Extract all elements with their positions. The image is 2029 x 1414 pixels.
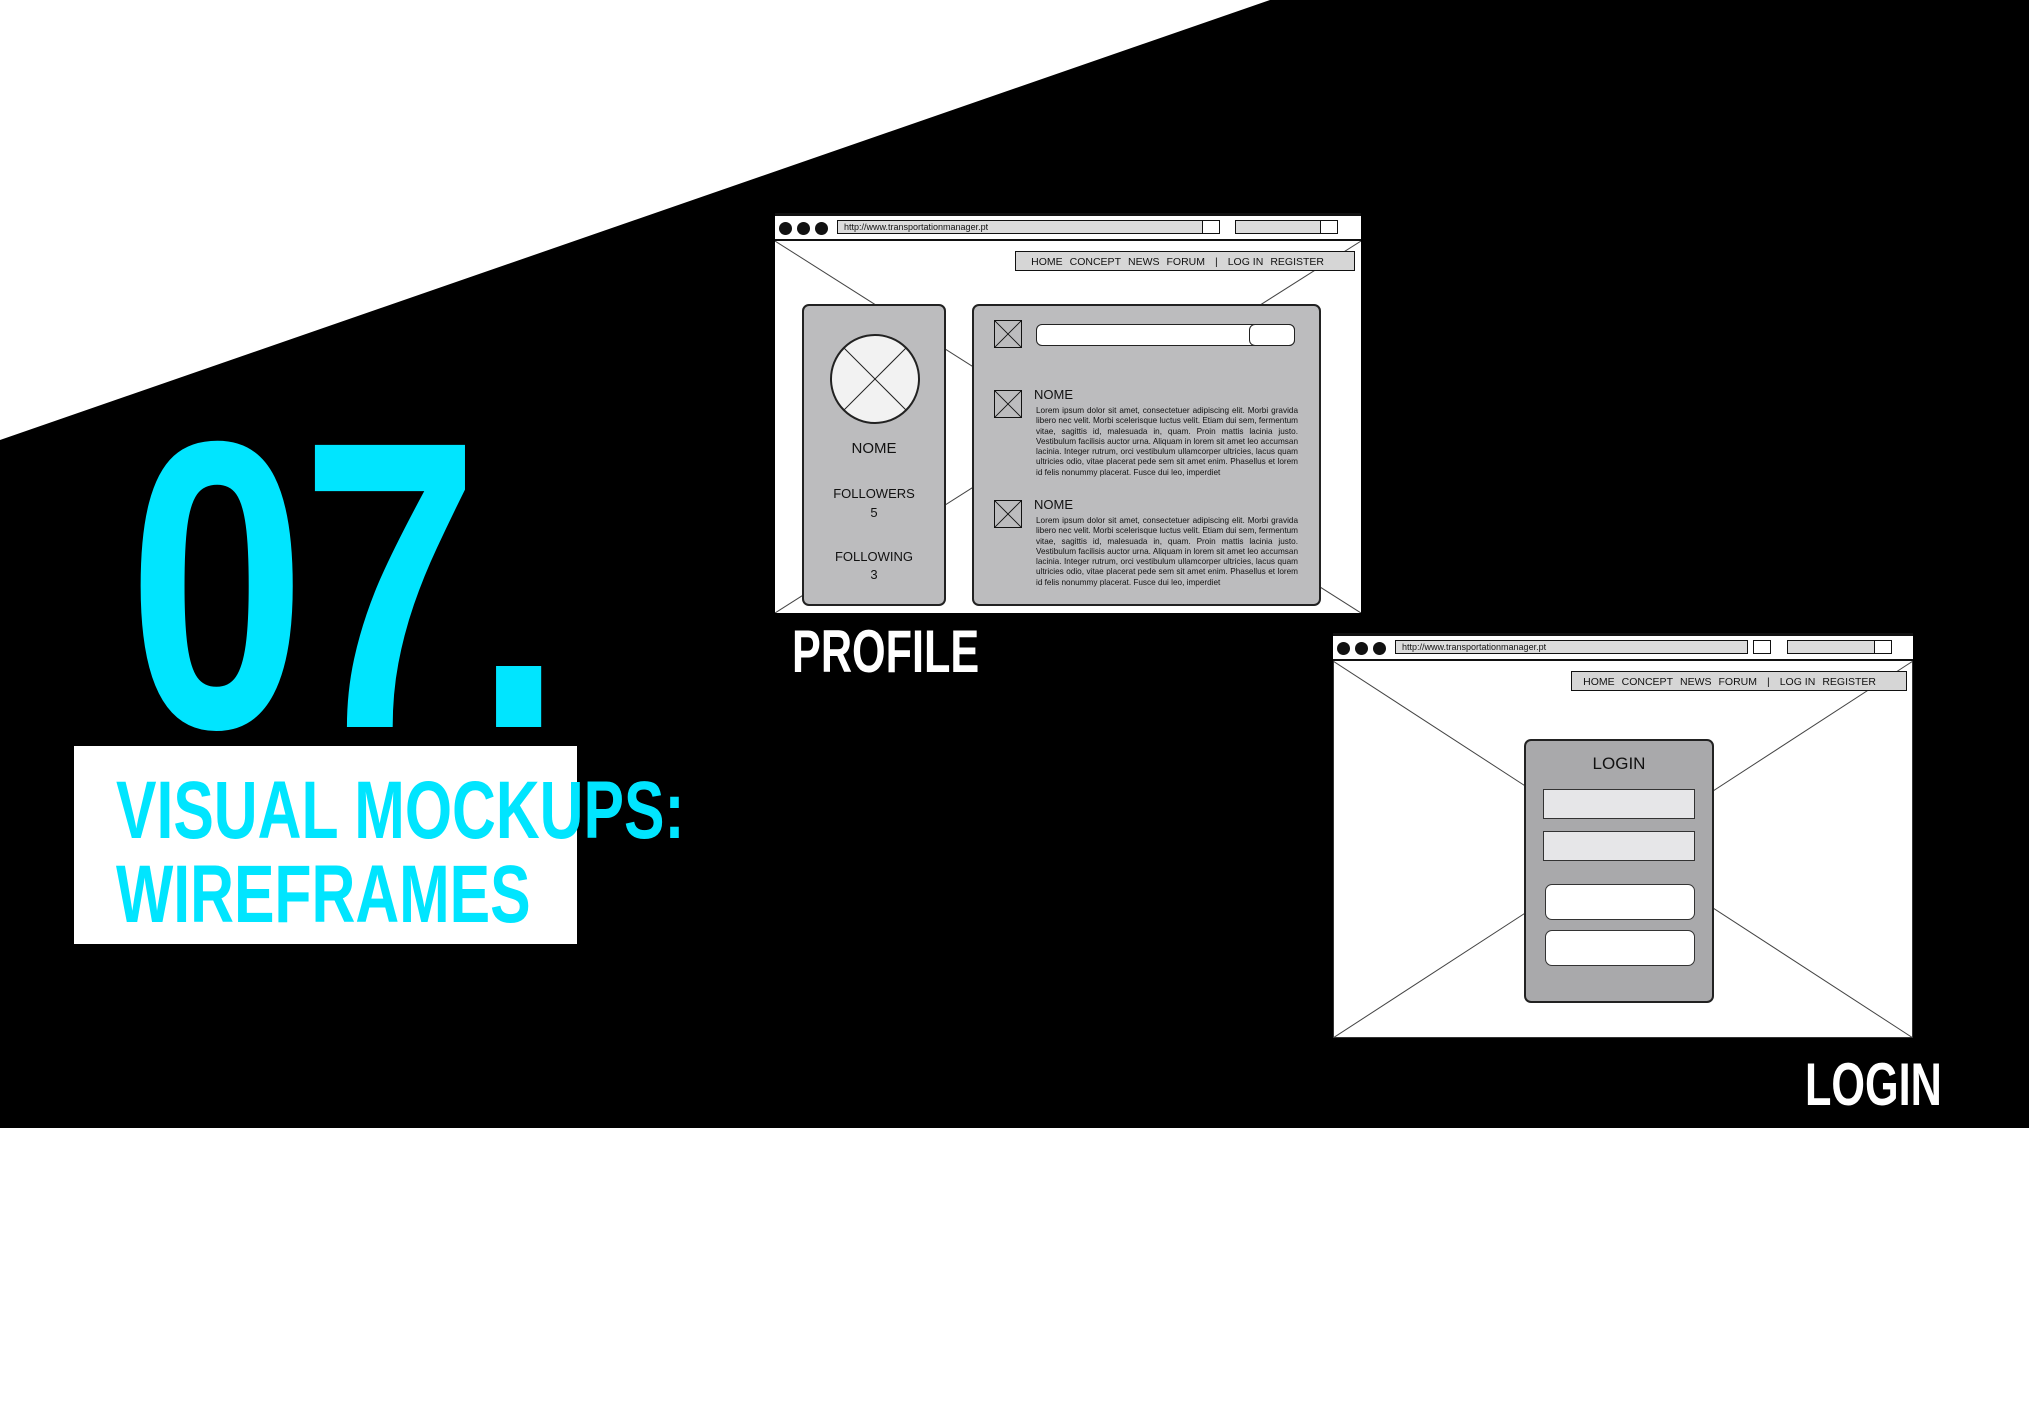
image-placeholder-icon [994,320,1022,348]
post-body: Lorem ipsum dolor sit amet, consectetuer… [1036,516,1298,587]
profile-caption: PROFILE [792,618,980,685]
login-caption: LOGIN [1805,1051,1942,1118]
browser-toolbar: http://www.transportationmanager.pt [1333,633,1913,661]
feed-panel: NOME Lorem ipsum dolor sit amet, consect… [972,304,1321,606]
address-go-button[interactable] [1753,640,1771,654]
browser-search-button[interactable] [1320,220,1338,234]
login-wireframe: http://www.transportationmanager.pt HOME… [1333,633,1913,1038]
following-count: 3 [870,567,878,582]
window-dot-icon [797,222,810,235]
post-submit-button[interactable] [1249,323,1295,346]
image-placeholder-icon [994,390,1022,418]
section-number: 07. [128,356,563,814]
avatar [830,334,920,424]
profile-wireframe: http://www.transportationmanager.pt HOME… [775,213,1361,613]
section-title-line1: VISUAL MOCKUPS: [116,765,685,856]
login-button[interactable] [1545,884,1695,920]
username-field[interactable] [1543,789,1695,819]
post-author-name: NOME [1034,497,1073,512]
nav-home[interactable]: HOME [1583,672,1615,690]
nav-concept[interactable]: CONCEPT [1622,672,1673,690]
nav-home[interactable]: HOME [1031,252,1063,270]
following-label: FOLLOWING [834,549,913,564]
site-nav: HOME CONCEPT NEWS FORUM | LOG IN REGISTE… [1571,671,1907,691]
nav-forum[interactable]: FORUM [1166,252,1205,270]
nav-login[interactable]: LOG IN [1228,252,1264,270]
address-bar[interactable]: http://www.transportationmanager.pt [837,220,1205,234]
nav-news[interactable]: NEWS [1680,672,1712,690]
browser-search-button[interactable] [1874,640,1892,654]
nav-concept[interactable]: CONCEPT [1070,252,1121,270]
window-dot-icon [815,222,828,235]
post-author-name: NOME [1034,387,1073,402]
profile-name: NOME [851,440,897,457]
browser-search-box[interactable] [1235,220,1321,234]
address-bar[interactable]: http://www.transportationmanager.pt [1395,640,1748,654]
browser-search-box[interactable] [1787,640,1875,654]
nav-news[interactable]: NEWS [1128,252,1160,270]
nav-register[interactable]: REGISTER [1270,252,1324,270]
window-dot-icon [1355,642,1368,655]
followers-label: FOLLOWERS [833,486,915,501]
followers-count: 5 [870,505,878,520]
post-input[interactable] [1036,323,1295,346]
window-dot-icon [1373,642,1386,655]
section-title-box: VISUAL MOCKUPS: WIREFRAMES [74,746,685,944]
nav-login[interactable]: LOG IN [1780,672,1816,690]
nav-forum[interactable]: FORUM [1718,672,1757,690]
browser-toolbar: http://www.transportationmanager.pt [775,213,1361,241]
section-title-line2: WIREFRAMES [116,849,531,940]
nav-register[interactable]: REGISTER [1822,672,1876,690]
image-placeholder-icon [994,500,1022,528]
nav-separator: | [1766,676,1770,688]
login-form-title: LOGIN [1592,754,1646,773]
window-dot-icon [779,222,792,235]
post-body: Lorem ipsum dolor sit amet, consectetuer… [1036,406,1298,477]
password-field[interactable] [1543,831,1695,861]
login-form-panel: LOGIN [1524,739,1714,1003]
profile-card: NOME FOLLOWERS 5 FOLLOWING 3 [802,304,946,606]
nav-separator: | [1214,256,1218,268]
address-go-button[interactable] [1202,220,1220,234]
register-button[interactable] [1545,930,1695,966]
window-dot-icon [1337,642,1350,655]
site-nav: HOME CONCEPT NEWS FORUM | LOG IN REGISTE… [1015,251,1355,271]
